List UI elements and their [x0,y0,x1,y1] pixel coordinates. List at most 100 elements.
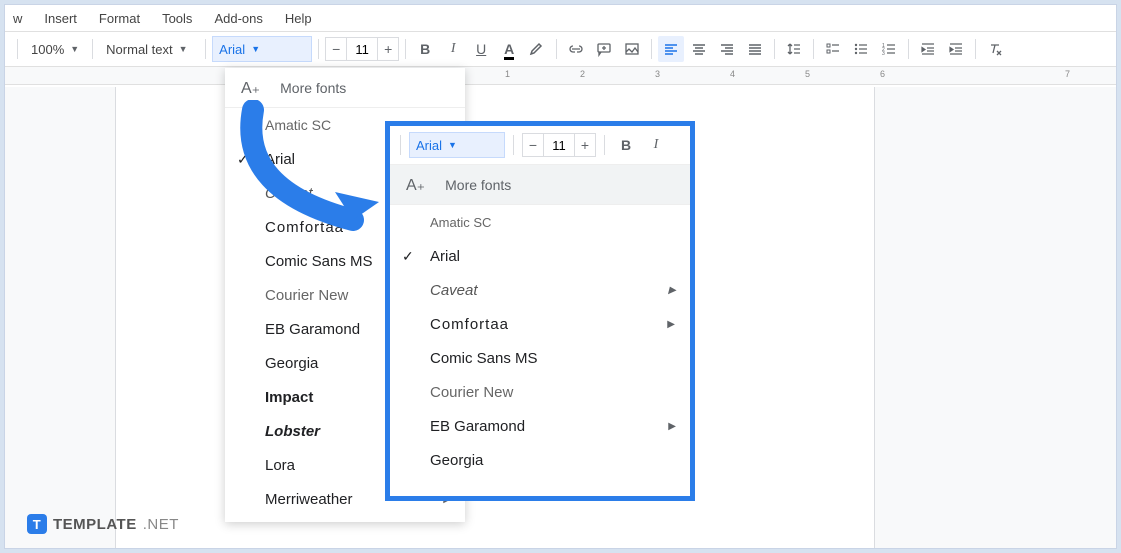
check-icon: ✓ [402,248,414,265]
separator [556,39,557,59]
font-label: Amatic SC [265,117,331,133]
chevron-down-icon: ▼ [179,44,188,54]
menu-insert[interactable]: Insert [44,11,77,26]
callout-font-dropdown: A₊ More fonts Amatic SC✓ArialCaveat▶Comf… [390,164,690,477]
italic-button[interactable]: I [643,132,669,158]
separator [17,39,18,59]
align-right-button[interactable] [714,36,740,62]
font-label: Courier New [430,384,513,401]
menu-tools[interactable]: Tools [162,11,192,26]
separator [975,39,976,59]
italic-button[interactable]: I [440,36,466,62]
checklist-button[interactable] [820,36,846,62]
more-fonts-label: More fonts [445,177,511,193]
separator [405,39,406,59]
underline-button[interactable]: U [468,36,494,62]
font-label: EB Garamond [430,418,525,435]
fontsize-increase[interactable]: + [574,133,596,157]
menu-addons[interactable]: Add-ons [214,11,262,26]
font-label: Comic Sans MS [430,350,538,367]
insert-comment-button[interactable] [591,36,617,62]
font-item[interactable]: Comfortaa ▶ [390,307,690,341]
font-label: EB Garamond [265,321,360,338]
more-fonts-item[interactable]: A₊ More fonts [225,68,465,108]
font-select[interactable]: Arial ▼ [212,36,312,62]
bold-button[interactable]: B [613,132,639,158]
check-icon: ✓ [237,151,249,168]
align-justify-button[interactable] [742,36,768,62]
submenu-arrow-icon: ▶ [667,319,676,330]
separator [774,39,775,59]
more-fonts-label: More fonts [280,80,346,96]
font-item[interactable]: Georgia [390,443,690,477]
separator [813,39,814,59]
ruler: 1 2 3 4 5 6 7 [5,67,1116,85]
insert-image-button[interactable] [619,36,645,62]
font-value: Arial [219,42,245,57]
font-label: Comfortaa [430,316,509,333]
text-color-button[interactable]: A [496,36,522,62]
zoom-select[interactable]: 100% ▼ [24,36,86,62]
more-fonts-item[interactable]: A₊ More fonts [390,165,690,205]
separator [651,39,652,59]
fontsize-value[interactable]: 11 [544,133,574,157]
font-label: Lobster [265,423,320,440]
callout-box: Arial ▼ − 11 + B I A₊ More fonts Amatic … [385,121,695,501]
paragraph-style-select[interactable]: Normal text ▼ [99,36,199,62]
separator [908,39,909,59]
align-center-button[interactable] [686,36,712,62]
submenu-arrow-icon: ▶ [668,421,676,432]
zoom-value: 100% [31,42,64,57]
menu-format[interactable]: Format [99,11,140,26]
font-item[interactable]: ✓ Arial [390,239,690,273]
separator [205,39,206,59]
font-item[interactable]: Caveat ▶ [390,273,690,307]
line-spacing-button[interactable] [781,36,807,62]
indent-increase-button[interactable] [943,36,969,62]
separator [318,39,319,59]
menu-help[interactable]: Help [285,11,312,26]
separator [92,39,93,59]
toolbar: 100% ▼ Normal text ▼ Arial ▼ − 11 + B I … [5,31,1116,67]
svg-text:3: 3 [882,51,885,57]
separator [513,135,514,155]
separator [400,135,401,155]
fontsize-decrease[interactable]: − [522,133,544,157]
indent-decrease-button[interactable] [915,36,941,62]
app-window: w Insert Format Tools Add-ons Help 100% … [4,4,1117,549]
highlight-button[interactable] [524,36,550,62]
fontsize-increase[interactable]: + [377,37,399,61]
font-item[interactable]: Amatic SC [390,205,690,239]
font-label: Caveat [265,185,313,202]
font-label: Comic Sans MS [265,253,373,270]
font-label: Georgia [265,355,318,372]
fontsize-group: − 11 + [325,37,399,61]
font-label: Caveat [430,282,478,299]
menu-bar: w Insert Format Tools Add-ons Help [5,5,1116,31]
submenu-arrow-icon: ▶ [668,285,676,296]
align-left-button[interactable] [658,36,684,62]
bold-button[interactable]: B [412,36,438,62]
font-item[interactable]: Courier New [390,375,690,409]
callout-font-select[interactable]: Arial ▼ [409,132,505,158]
font-item[interactable]: EB Garamond ▶ [390,409,690,443]
brand-logo: T TEMPLATE.NET [27,514,179,534]
logo-brand: TEMPLATE [53,516,137,533]
logo-badge: T [27,514,47,534]
font-item[interactable]: Comic Sans MS [390,341,690,375]
fontsize-value[interactable]: 11 [347,37,377,61]
callout-toolbar: Arial ▼ − 11 + B I [390,126,690,164]
callout-fontsize-group: − 11 + [522,133,596,157]
fontsize-decrease[interactable]: − [325,37,347,61]
insert-link-button[interactable] [563,36,589,62]
bulleted-list-button[interactable] [848,36,874,62]
font-label: Comfortaa [265,219,344,236]
clear-formatting-button[interactable] [982,36,1008,62]
font-label: Lora [265,457,295,474]
menu-w[interactable]: w [13,11,22,26]
add-font-icon: A₊ [406,175,425,195]
font-label: Merriweather [265,491,353,508]
font-label: Arial [430,248,460,265]
font-label: Impact [265,389,313,406]
numbered-list-button[interactable]: 123 [876,36,902,62]
